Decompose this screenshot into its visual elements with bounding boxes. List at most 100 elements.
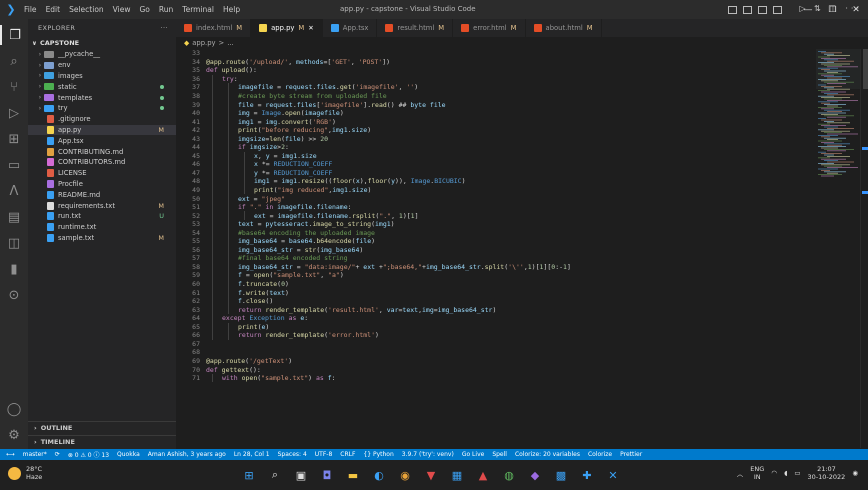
clock[interactable]: 21:07 30-10-2022 — [808, 465, 846, 481]
settings-gear-icon[interactable]: ⚙ — [4, 425, 24, 445]
status-item[interactable]: Colorize: 20 variables — [515, 451, 580, 458]
accounts-icon[interactable]: ◯ — [4, 399, 24, 419]
brave-icon[interactable]: ▼ — [422, 466, 440, 484]
tray-overflow-icon[interactable]: ︿ — [737, 468, 744, 478]
wifi-icon[interactable]: ◠ — [771, 469, 777, 477]
file-item[interactable]: requirements.txt M — [28, 200, 176, 211]
status-item[interactable]: CRLF — [340, 451, 355, 458]
editor-tab[interactable]: app.py M ✕ — [251, 19, 323, 37]
extensions-icon[interactable]: ⊞ — [4, 129, 24, 149]
file-item[interactable]: App.tsx — [28, 135, 176, 146]
edge-icon[interactable]: ◐ — [370, 466, 388, 484]
search-icon[interactable]: ⌕ — [4, 51, 24, 71]
customize-layout-icon[interactable] — [773, 5, 782, 14]
bookmarks-icon[interactable]: ◫ — [4, 233, 24, 253]
status-item[interactable]: master* — [23, 451, 47, 458]
folder-item[interactable]: › templates — [28, 92, 176, 103]
file-item[interactable]: app.py M — [28, 124, 176, 136]
language-indicator[interactable]: ENG IN — [750, 465, 764, 481]
start-icon[interactable]: ⊞ — [240, 466, 258, 484]
taskbar-search-icon[interactable]: ⌕ — [266, 466, 284, 484]
remote-indicator-icon[interactable]: ⟷ — [6, 451, 15, 458]
outline-section[interactable]: › OUTLINE — [28, 421, 176, 433]
docker-icon[interactable]: ▤ — [4, 207, 24, 227]
menu-item[interactable]: Terminal — [182, 5, 214, 14]
editor-tab[interactable]: about.html M — [526, 19, 602, 37]
folder-item[interactable]: › __pycache__ — [28, 49, 176, 60]
editor-tab[interactable]: error.html M — [453, 19, 526, 37]
source-control-icon[interactable]: ⑂ — [4, 77, 24, 97]
scrollbar-thumb[interactable] — [863, 49, 868, 89]
more-actions-icon[interactable]: ··· — [161, 24, 168, 32]
volume-icon[interactable]: ◖ — [784, 469, 787, 477]
folder-item[interactable]: › static — [28, 81, 176, 92]
menu-item[interactable]: Edit — [46, 5, 61, 14]
status-item[interactable]: Prettier — [620, 451, 642, 458]
status-item[interactable]: Ln 28, Col 1 — [234, 451, 270, 458]
settings-app-icon[interactable]: ▩ — [552, 466, 570, 484]
notification-icon[interactable]: ◉ — [852, 469, 858, 477]
status-item[interactable]: Spell — [492, 451, 507, 458]
file-explorer-icon[interactable]: ▬ — [344, 466, 362, 484]
live-share-icon[interactable]: ⊙ — [4, 285, 24, 305]
menu-item[interactable]: View — [113, 5, 131, 14]
file-item[interactable]: .gitignore — [28, 114, 176, 125]
vscode-taskbar-icon[interactable]: ✚ — [578, 466, 596, 484]
editor-tab[interactable]: result.html M — [377, 19, 454, 37]
file-item[interactable]: Procfile — [28, 179, 176, 190]
azure-icon[interactable]: Λ — [4, 181, 24, 201]
breadcrumb-symbol[interactable]: ... — [227, 39, 233, 47]
chrome-icon[interactable]: ◉ — [396, 466, 414, 484]
run-debug-icon[interactable]: ▷ — [4, 103, 24, 123]
editor-scrollbar[interactable] — [860, 49, 868, 448]
status-item[interactable]: Quokka — [117, 451, 140, 458]
status-item[interactable]: Aman Ashish, 3 years ago — [148, 451, 226, 458]
toggle-sidebar-icon[interactable] — [728, 5, 737, 14]
workspace-root[interactable]: ∨ CAPSTONE — [28, 37, 176, 49]
charts-icon[interactable]: ▮ — [4, 259, 24, 279]
status-item[interactable]: UTF-8 — [315, 451, 333, 458]
battery-icon[interactable]: ▭ — [794, 469, 800, 477]
code-editor[interactable]: 33 34 @app.route('/upload/', methods=['GET… — [176, 49, 816, 448]
status-item[interactable]: {} Python — [363, 451, 393, 458]
status-item[interactable]: Colorize — [588, 451, 612, 458]
file-item[interactable]: CONTRIBUTORS.md — [28, 157, 176, 168]
menu-item[interactable]: Help — [223, 5, 240, 14]
folder-item[interactable]: › env — [28, 60, 176, 71]
menu-item[interactable]: Selection — [69, 5, 104, 14]
vscode-window-icon[interactable]: ✕ — [604, 466, 622, 484]
file-item[interactable]: CONTRIBUTING.md — [28, 146, 176, 157]
editor-tab[interactable]: index.html M — [176, 19, 252, 37]
store-icon[interactable]: ▦ — [448, 466, 466, 484]
minimap[interactable] — [816, 49, 860, 448]
chat-icon[interactable]: ◘ — [318, 466, 336, 484]
file-item[interactable]: runtime.txt — [28, 222, 176, 233]
editor-tab[interactable]: App.tsx — [323, 19, 378, 37]
acrobat-icon[interactable]: ▲ — [474, 466, 492, 484]
file-item[interactable]: sample.txt M — [28, 233, 176, 244]
file-item[interactable]: README.md — [28, 189, 176, 200]
menu-item[interactable]: Go — [139, 5, 149, 14]
folder-item[interactable]: › images — [28, 71, 176, 82]
menu-item[interactable]: Run — [159, 5, 173, 14]
file-item[interactable]: run.txt U — [28, 211, 176, 222]
timeline-section[interactable]: › TIMELINE — [28, 435, 176, 447]
folder-item[interactable]: › try — [28, 103, 176, 114]
app-icon[interactable]: ◆ — [526, 466, 544, 484]
status-item[interactable]: ⊗ 0 ⚠ 0 ⓘ 13 — [68, 450, 109, 459]
whatsapp-icon[interactable]: ◍ — [500, 466, 518, 484]
status-item[interactable]: ⟳ — [55, 451, 60, 458]
breadcrumb-file[interactable]: app.py — [192, 39, 215, 47]
status-item[interactable]: Spaces: 4 — [278, 451, 307, 458]
toggle-secondary-sidebar-icon[interactable] — [758, 5, 767, 14]
editor-actions[interactable]: ▷ ⇅ ◫ ··· — [799, 4, 862, 13]
status-item[interactable]: 3.9.7 ('try': venv) — [402, 451, 454, 458]
remote-explorer-icon[interactable]: ▭ — [4, 155, 24, 175]
menu-item[interactable]: File — [24, 5, 37, 14]
status-item[interactable]: Go Live — [462, 451, 484, 458]
tab-close-icon[interactable]: ✕ — [308, 24, 313, 32]
toggle-panel-icon[interactable] — [743, 5, 752, 14]
weather-widget[interactable]: 28°C Haze — [8, 465, 42, 481]
task-view-icon[interactable]: ▣ — [292, 466, 310, 484]
file-item[interactable]: LICENSE — [28, 168, 176, 179]
